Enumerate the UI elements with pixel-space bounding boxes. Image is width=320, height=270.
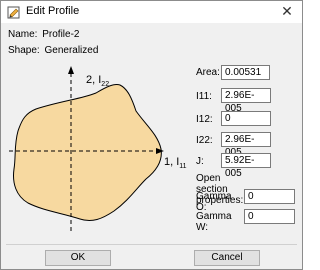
name-value: Profile-2 <box>42 29 80 40</box>
shape-value: Generalized <box>44 45 99 56</box>
area-field[interactable]: 0.00531 <box>221 65 270 80</box>
j-field[interactable]: 5.92E-005 <box>221 153 271 179</box>
window-title: Edit Profile <box>26 5 80 17</box>
gamma-o-field[interactable]: 0 <box>244 189 295 204</box>
j-label: J: <box>196 156 204 167</box>
shape-label: Shape: <box>8 45 40 56</box>
axis-1-label: 1, I11 <box>164 156 187 170</box>
cancel-button[interactable]: Cancel <box>194 250 260 266</box>
area-label: Area: <box>196 67 220 78</box>
axis-2-label: 2, I22 <box>86 74 109 88</box>
button-separator <box>6 244 297 245</box>
name-label: Name: <box>8 29 38 40</box>
gamma-o-label: Gamma O: <box>196 191 232 213</box>
i11-label: I11: <box>196 91 212 102</box>
i22-label: I22: <box>196 135 213 146</box>
gamma-w-label: Gamma W: <box>196 211 232 233</box>
gamma-w-field[interactable]: 0 <box>244 209 295 224</box>
i12-field[interactable]: 0 <box>221 111 271 126</box>
profile-name-row: Name: Profile-2 <box>8 29 79 40</box>
ok-button[interactable]: OK <box>45 250 111 266</box>
axis-2-arrowhead <box>68 66 74 74</box>
i11-field[interactable]: 2.96E-005 <box>221 88 271 114</box>
i22-field[interactable]: 2.96E-005 <box>221 132 271 158</box>
title-bar: Edit Profile ✕ <box>1 1 302 23</box>
profile-edit-icon <box>7 6 20 19</box>
close-icon: ✕ <box>281 3 293 19</box>
close-button[interactable]: ✕ <box>272 1 302 23</box>
edit-profile-dialog: Edit Profile ✕ Name: Profile-2 Shape: Ge… <box>0 0 303 270</box>
generalized-section-shape <box>13 84 162 222</box>
i12-label: I12: <box>196 114 213 125</box>
section-diagram: 2, I22 1, I11 <box>9 66 187 231</box>
profile-shape-row: Shape: Generalized <box>8 45 98 56</box>
